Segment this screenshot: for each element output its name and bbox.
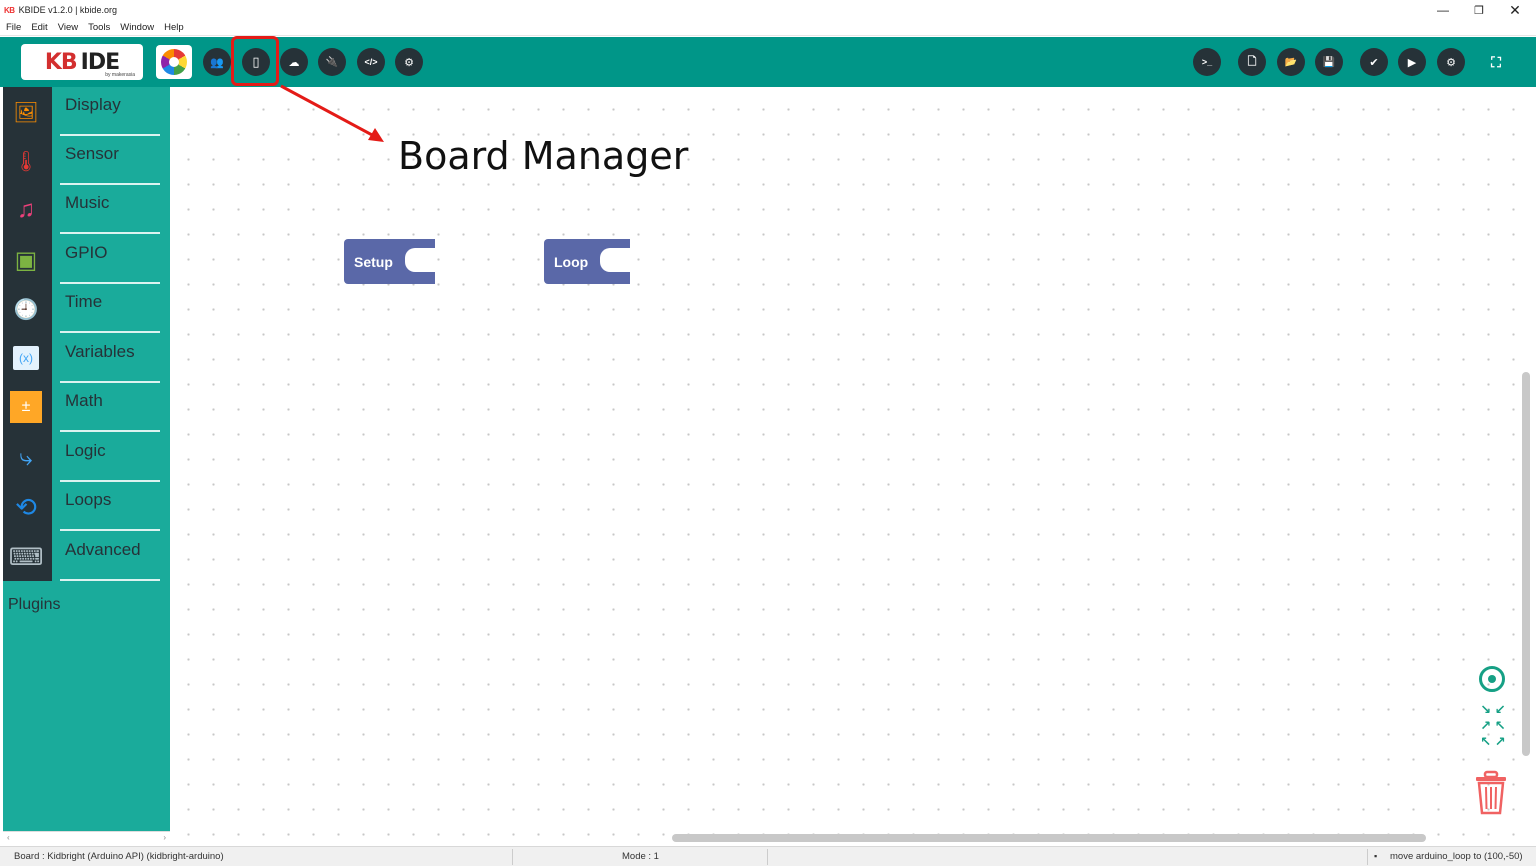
display-icon: 🖼 — [13, 101, 39, 124]
logic-icon: ⤷ — [19, 444, 33, 471]
title-bar: KB KBIDE v1.2.0 | kbide.org — ❐ ✕ — [0, 0, 1536, 20]
category-display[interactable]: 🖼 Display — [3, 87, 170, 136]
status-mode: Mode : 1 — [622, 851, 659, 862]
blockly-workspace[interactable]: Setup Loop — [170, 87, 1536, 844]
plug-button[interactable]: 🔌 — [318, 48, 346, 76]
category-label: Display — [65, 95, 121, 114]
code-icon: </> — [364, 57, 378, 67]
status-activity-icon: ▪ — [1374, 851, 1378, 861]
loop-block-label: Loop — [554, 253, 589, 270]
logo-kb-text: KB — [44, 49, 78, 75]
category-label: Time — [65, 292, 103, 311]
fullscreen-icon: ⛶ — [1491, 53, 1501, 70]
category-advanced[interactable]: ⌨ Advanced — [3, 532, 170, 581]
category-label: GPIO — [65, 243, 108, 262]
run-icon: ▶ — [1407, 56, 1417, 69]
trash-icon[interactable] — [1473, 770, 1509, 816]
menu-window[interactable]: Window — [120, 22, 154, 33]
category-math[interactable]: ± Math — [3, 383, 170, 432]
fullscreen-button[interactable]: ⛶ — [1482, 48, 1510, 76]
category-label: Variables — [65, 342, 135, 361]
workspace-vertical-scrollbar[interactable] — [1522, 372, 1530, 756]
maximize-button[interactable]: ❐ — [1462, 0, 1496, 20]
clock-icon: 🕘 — [13, 298, 39, 321]
loop-block[interactable]: Loop — [544, 239, 630, 284]
run-button[interactable]: ▶ — [1398, 48, 1426, 76]
open-folder-icon: 📂 — [1284, 56, 1298, 68]
board-flower-icon — [161, 49, 187, 75]
category-sensor[interactable]: 🌡 Sensor — [3, 136, 170, 185]
loops-icon: ⟲ — [15, 491, 37, 522]
menu-file[interactable]: File — [6, 22, 21, 33]
board-settings-button[interactable]: ⚙ — [1437, 48, 1465, 76]
status-board: Board : Kidbright (Arduino API) (kidbrig… — [14, 851, 224, 862]
code-button[interactable]: </> — [357, 48, 385, 76]
save-icon: 💾 — [1322, 56, 1336, 68]
team-button[interactable]: 👥 — [203, 48, 231, 76]
gear-icon: ⚙ — [404, 56, 414, 69]
kbide-logo: KB IDE by makerasia — [21, 44, 143, 80]
thermometer-icon: 🌡 — [13, 150, 39, 173]
category-label: Loops — [65, 490, 112, 509]
terminal-icon: >_ — [1201, 57, 1213, 67]
category-label: Logic — [65, 441, 106, 460]
new-file-icon: 🗋 — [1247, 55, 1257, 68]
compile-check-icon: ✔ — [1369, 56, 1379, 69]
window-title: KBIDE v1.2.0 | kbide.org — [18, 5, 117, 15]
variables-icon: (x) — [13, 346, 39, 370]
open-file-button[interactable]: 📂 — [1277, 48, 1305, 76]
scroll-right-icon[interactable]: › — [163, 833, 166, 842]
category-label: Sensor — [65, 144, 119, 163]
setup-block[interactable]: Setup — [344, 239, 435, 284]
category-loops[interactable]: ⟲ Loops — [3, 482, 170, 531]
app-logo-icon: KB — [4, 5, 15, 15]
category-variables[interactable]: (x) Variables — [3, 334, 170, 383]
category-label: Music — [65, 193, 110, 212]
category-time[interactable]: 🕘 Time — [3, 284, 170, 333]
category-logic[interactable]: ⤷ Logic — [3, 433, 170, 482]
logo-ide-text: IDE — [80, 49, 120, 75]
menu-bar: File Edit View Tools Window Help — [0, 20, 1536, 36]
menu-edit[interactable]: Edit — [31, 22, 47, 33]
category-music[interactable]: ♫ Music — [3, 185, 170, 234]
menu-help[interactable]: Help — [164, 22, 184, 33]
menu-tools[interactable]: Tools — [88, 22, 110, 33]
math-icon: ± — [10, 391, 42, 423]
team-icon: 👥 — [210, 56, 224, 69]
plug-icon: 🔌 — [325, 56, 339, 68]
block-category-sidebar: 🖼 Display 🌡 Sensor ♫ Music ▣ GPIO 🕘 Time… — [3, 87, 170, 831]
close-button[interactable]: ✕ — [1498, 0, 1532, 20]
new-file-button[interactable]: 🗋 — [1238, 48, 1266, 76]
setup-block-label: Setup — [354, 253, 393, 270]
category-gpio[interactable]: ▣ GPIO — [3, 235, 170, 284]
save-button[interactable]: 💾 — [1315, 48, 1343, 76]
category-label: Advanced — [65, 540, 141, 559]
logo-subtitle: by makerasia — [105, 72, 135, 78]
zoom-fit-icon[interactable]: ↘ ↙ ↗ ↖ ↖ ↗ — [1478, 700, 1508, 752]
minimize-button[interactable]: — — [1426, 0, 1460, 20]
workspace-horizontal-scrollbar[interactable] — [672, 834, 1426, 842]
settings-button[interactable]: ⚙ — [395, 48, 423, 76]
recenter-icon[interactable] — [1479, 666, 1505, 692]
compile-button[interactable]: ✔ — [1360, 48, 1388, 76]
plugins-button[interactable]: ☁ — [280, 48, 308, 76]
board-manager-highlight — [231, 36, 279, 86]
plugins-label[interactable]: Plugins — [8, 596, 60, 614]
status-message: move arduino_loop to (100,-50) — [1390, 851, 1523, 862]
music-note-icon: ♫ — [17, 196, 35, 223]
menu-view[interactable]: View — [58, 22, 78, 33]
settings-gears-icon: ⚙ — [1446, 56, 1456, 69]
scroll-left-icon[interactable]: ‹ — [7, 833, 10, 842]
annotation-label: Board Manager — [398, 134, 689, 178]
sidebar-horizontal-scrollbar[interactable]: ‹ › — [3, 831, 170, 843]
terminal-button[interactable]: >_ — [1193, 48, 1221, 76]
plugins-icon: ☁ — [288, 56, 300, 69]
advanced-icon: ⌨ — [8, 543, 44, 571]
category-label: Math — [65, 391, 103, 410]
board-logo[interactable] — [156, 45, 192, 79]
status-bar: Board : Kidbright (Arduino API) (kidbrig… — [0, 846, 1536, 866]
chip-icon: ▣ — [14, 246, 38, 274]
